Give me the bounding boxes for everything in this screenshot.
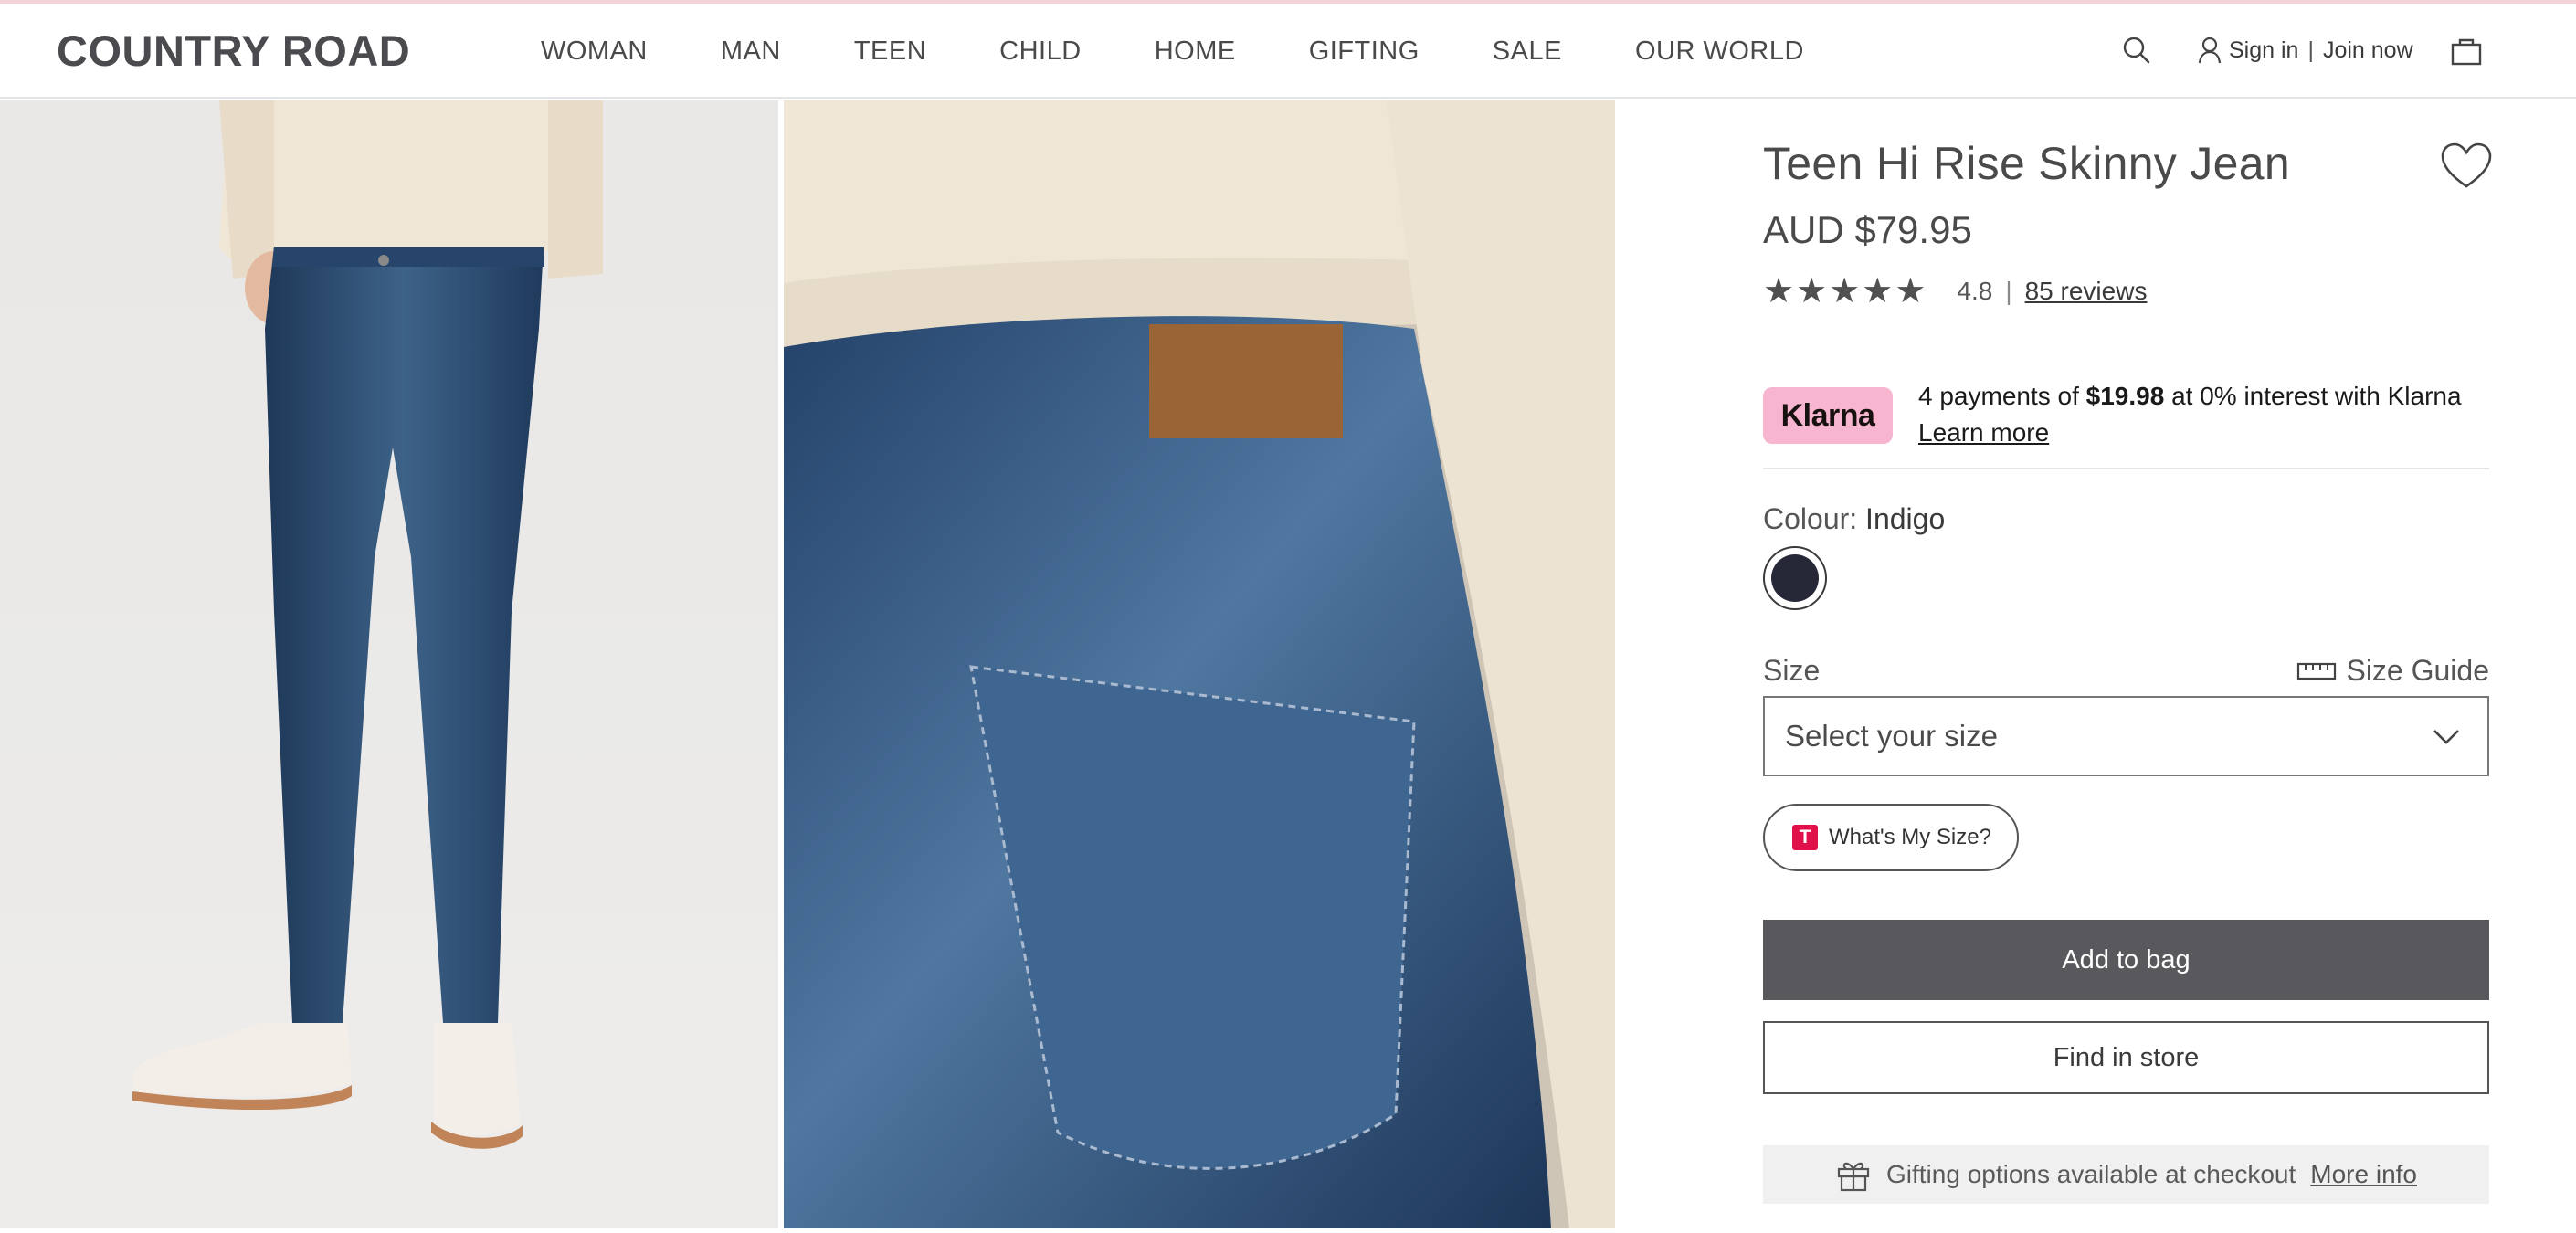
main-nav: WOMAN MAN TEEN CHILD HOME GIFTING SALE O… (541, 37, 1877, 67)
colour-value: Indigo (1865, 502, 1946, 535)
size-guide-label: Size Guide (2346, 654, 2489, 687)
nav-item-home[interactable]: HOME (1155, 37, 1236, 67)
klarna-learn-more-link[interactable]: Learn more (1918, 418, 2049, 447)
shopping-bag-icon[interactable] (2450, 35, 2483, 68)
gifting-banner: Gifting options available at checkout Mo… (1763, 1145, 2489, 1204)
search-icon[interactable] (2121, 35, 2152, 66)
rating-row: ★ ★ ★ ★ ★ 4.8 | 85 reviews (1763, 274, 2147, 309)
klarna-amount: $19.98 (2085, 382, 2165, 410)
nav-item-teen[interactable]: TEEN (854, 37, 926, 67)
klarna-text-pre: 4 payments of (1918, 382, 2086, 410)
gift-icon (1837, 1162, 1870, 1192)
swatch-fill (1771, 554, 1819, 602)
gifting-more-info-link[interactable]: More info (2310, 1160, 2417, 1189)
nav-item-gifting[interactable]: GIFTING (1309, 37, 1420, 67)
product-photo-back-detail (784, 100, 1615, 1228)
product-price: AUD $79.95 (1763, 208, 1972, 251)
star-icon: ★ (1763, 272, 1795, 311)
gifting-text: Gifting options available at checkout (1886, 1160, 2296, 1188)
star-icon: ★ (1895, 272, 1927, 311)
join-now-link[interactable]: Join now (2323, 37, 2413, 64)
account-separator: | (2307, 37, 2314, 63)
rating-separator: | (2005, 277, 2012, 305)
nav-item-sale[interactable]: SALE (1493, 37, 1562, 67)
size-label: Size (1763, 654, 1821, 687)
find-in-store-button[interactable]: Find in store (1763, 1021, 2489, 1094)
klarna-text-post: at 0% interest with Klarna (2164, 382, 2462, 410)
colour-label-text: Colour: (1763, 502, 1866, 535)
whats-my-size-button[interactable]: T What's My Size? (1763, 804, 2019, 871)
nav-item-our-world[interactable]: OUR WORLD (1635, 37, 1804, 67)
site-header: COUNTRY ROAD WOMAN MAN TEEN CHILD HOME G… (0, 4, 2576, 99)
ruler-icon (2297, 662, 2337, 680)
sign-in-link[interactable]: Sign in (2229, 37, 2298, 64)
size-select-placeholder: Select your size (1785, 719, 1998, 753)
product-image-front[interactable] (0, 100, 778, 1228)
size-select[interactable]: Select your size (1763, 696, 2489, 776)
reviews-link[interactable]: 85 reviews (2025, 277, 2148, 306)
rating-value: 4.8 (1957, 277, 1993, 305)
colour-label: Colour: Indigo (1763, 502, 1945, 536)
chevron-down-icon (2433, 730, 2459, 744)
klarna-banner: Klarna 4 payments of $19.98 at 0% intere… (1763, 374, 2489, 469)
klarna-logo: Klarna (1763, 387, 1893, 444)
star-icon: ★ (1862, 272, 1894, 311)
true-fit-icon: T (1792, 825, 1818, 850)
star-icon: ★ (1829, 272, 1861, 311)
account-links: Sign in | Join now (2198, 37, 2413, 64)
rating-stars: ★ ★ ★ ★ ★ (1763, 274, 1926, 309)
heart-icon[interactable] (2439, 141, 2494, 192)
site-logo[interactable]: COUNTRY ROAD (57, 26, 410, 76)
colour-swatch-indigo[interactable] (1763, 546, 1827, 610)
whats-my-size-label: What's My Size? (1829, 825, 1991, 849)
star-icon: ★ (1796, 272, 1828, 311)
product-photo-front (0, 100, 778, 1228)
size-guide-link[interactable]: Size Guide (2296, 654, 2489, 688)
klarna-text: 4 payments of $19.98 at 0% interest with… (1918, 378, 2466, 451)
nav-item-man[interactable]: MAN (721, 37, 781, 67)
product-image-back-detail[interactable] (784, 100, 1615, 1228)
user-icon[interactable] (2198, 37, 2222, 64)
nav-item-child[interactable]: CHILD (999, 37, 1082, 67)
product-title: Teen Hi Rise Skinny Jean (1763, 138, 2290, 189)
add-to-bag-button[interactable]: Add to bag (1763, 920, 2489, 1000)
nav-item-woman[interactable]: WOMAN (541, 37, 648, 67)
